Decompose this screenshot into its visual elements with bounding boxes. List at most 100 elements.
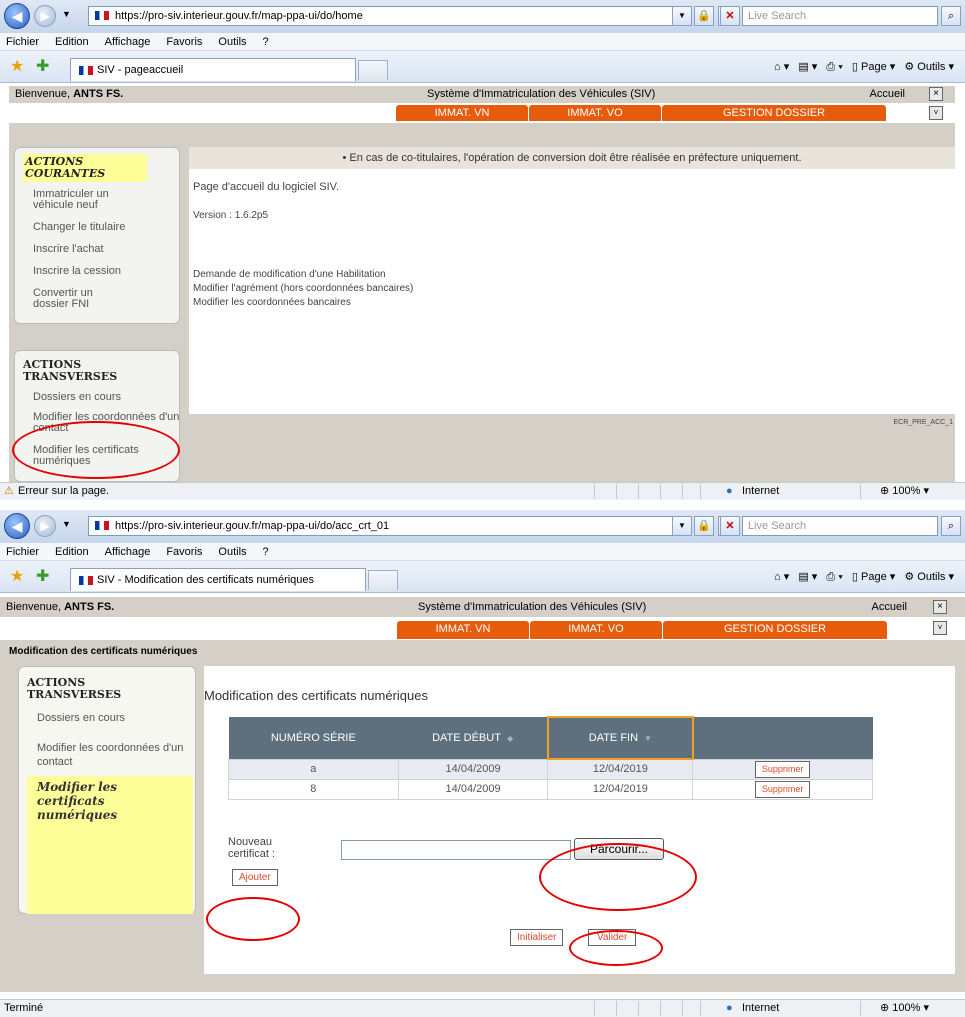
stop-icon[interactable]: ✕ xyxy=(720,6,740,26)
home-link[interactable]: Accueil xyxy=(872,597,907,617)
sidebar-item-inscrire-achat[interactable]: Inscrire l'achat xyxy=(33,244,104,255)
sidebar-actions-transverses: ACTIONS TRANSVERSES Dossiers en cours Mo… xyxy=(18,666,196,914)
menu-favoris[interactable]: Favoris xyxy=(166,36,202,48)
tab-gestion-dossier[interactable]: GESTION DOSSIER xyxy=(663,621,887,639)
menu-fichier[interactable]: Fichier xyxy=(6,546,39,558)
search-icon[interactable]: ⌕ xyxy=(941,6,961,26)
url-text: https://pro-siv.interieur.gouv.fr/map-pp… xyxy=(115,10,363,22)
sidebar-item-convertir-fni[interactable]: Convertir un dossier FNI xyxy=(33,288,113,310)
zoom-level[interactable]: ⊕ 100% ▾ xyxy=(880,483,929,500)
cell-action: Supprimer xyxy=(692,758,873,780)
sidebar-item-certificats[interactable]: Modifier les certificats numériques xyxy=(37,780,187,822)
print-icon[interactable]: ⎙ ▾ xyxy=(826,569,842,585)
url-dropdown-icon[interactable]: ▼ xyxy=(672,6,692,26)
add-button[interactable]: Ajouter xyxy=(232,869,278,886)
page-menu[interactable]: ▯ Page ▾ xyxy=(852,569,895,585)
sidebar-item-inscrire-cession[interactable]: Inscrire la cession xyxy=(33,266,121,277)
forward-button[interactable]: ▶ xyxy=(34,5,56,27)
supprimer-button[interactable]: Supprimer xyxy=(754,760,811,778)
lock-icon[interactable]: 🔒 xyxy=(694,6,714,26)
address-bar: ◀ ▶ ▼ https://pro-siv.interieur.gouv.fr/… xyxy=(0,510,965,543)
tab-immat-vn[interactable]: IMMAT. VN xyxy=(397,621,529,639)
feeds-icon[interactable]: ▤ ▾ xyxy=(798,569,817,585)
home-link[interactable]: Accueil xyxy=(870,86,905,103)
sidebar-item-changer-titulaire[interactable]: Changer le titulaire xyxy=(33,222,125,233)
tab-gestion-dossier[interactable]: GESTION DOSSIER xyxy=(662,105,886,121)
favorites-star-icon[interactable]: ★ xyxy=(10,56,24,76)
sidebar-item-immatriculer[interactable]: Immatriculer un véhicule neuf xyxy=(33,189,143,211)
zone-text: Internet xyxy=(742,485,780,497)
menu-fichier[interactable]: Fichier xyxy=(6,36,39,48)
feeds-icon[interactable]: ▤ ▾ xyxy=(798,59,817,75)
menu-outils[interactable]: Outils xyxy=(218,546,246,558)
menu-edition[interactable]: Edition xyxy=(55,546,89,558)
search-icon[interactable]: ⌕ xyxy=(941,516,961,536)
url-dropdown-icon[interactable]: ▼ xyxy=(672,516,692,536)
sidebar-item-dossiers[interactable]: Dossiers en cours xyxy=(37,713,125,724)
menu-favoris[interactable]: Favoris xyxy=(166,546,202,558)
home-icon[interactable]: ⌂ ▾ xyxy=(774,59,789,75)
print-icon[interactable]: ⎙ ▾ xyxy=(826,59,842,75)
favorites-star-icon[interactable]: ★ xyxy=(10,566,24,586)
section-title-transverses: ACTIONS TRANSVERSES xyxy=(23,358,118,383)
close-icon[interactable]: × xyxy=(933,600,947,614)
page-menu[interactable]: ▯ Page ▾ xyxy=(852,59,895,75)
link-agrement[interactable]: Modifier l'agrément (hors coordonnées ba… xyxy=(193,283,413,294)
col-date-fin[interactable]: DATE FIN ▼ xyxy=(546,716,694,760)
tab-flag-icon xyxy=(79,576,93,585)
file-path-input[interactable] xyxy=(341,840,571,860)
link-habilitation[interactable]: Demande de modification d'une Habilitati… xyxy=(193,269,386,280)
new-cert-label: Nouveau certificat : xyxy=(228,836,276,860)
menu-affichage[interactable]: Affichage xyxy=(105,546,151,558)
globe-icon: ● xyxy=(726,1002,733,1014)
tab-immat-vo[interactable]: IMMAT. VO xyxy=(530,621,662,639)
new-tab-button[interactable] xyxy=(358,60,388,80)
url-input[interactable]: https://pro-siv.interieur.gouv.fr/map-pp… xyxy=(88,516,692,536)
collapse-icon[interactable]: ˅ xyxy=(929,106,943,120)
new-tab-button[interactable] xyxy=(368,570,398,590)
tools-menu[interactable]: ⚙ Outils ▾ xyxy=(904,569,954,585)
sidebar-item-dossiers[interactable]: Dossiers en cours xyxy=(33,392,121,403)
favorites-bar: ★ ✚ SIV - pageaccueil ⌂ ▾ ▤ ▾ ⎙ ▾ ▯ Page… xyxy=(0,51,965,83)
history-dropdown-icon[interactable]: ▼ xyxy=(62,9,71,19)
tab-title: SIV - pageaccueil xyxy=(97,64,184,76)
status-text[interactable]: Erreur sur la page. xyxy=(18,483,109,500)
tab-immat-vn[interactable]: IMMAT. VN xyxy=(396,105,528,121)
back-button[interactable]: ◀ xyxy=(4,3,30,29)
browser-tab[interactable]: SIV - Modification des certificats numér… xyxy=(70,568,366,591)
search-input[interactable]: Live Search xyxy=(742,6,938,26)
col-date-debut[interactable]: DATE DÉBUT ◆ xyxy=(398,717,548,759)
menu-outils[interactable]: Outils xyxy=(218,36,246,48)
lock-icon[interactable]: 🔒 xyxy=(694,516,714,536)
link-coordonnees-bancaires[interactable]: Modifier les coordonnées bancaires xyxy=(193,297,351,308)
col-numero-serie[interactable]: NUMÉRO SÉRIE xyxy=(228,717,399,759)
warning-icon[interactable]: ⚠ xyxy=(4,483,14,500)
highlight-circle-submit xyxy=(569,930,663,966)
add-favorite-icon[interactable]: ✚ xyxy=(36,56,49,76)
supprimer-button[interactable]: Supprimer xyxy=(754,780,811,798)
menu-help[interactable]: ? xyxy=(263,546,269,558)
tools-menu[interactable]: ⚙ Outils ▾ xyxy=(904,59,954,75)
history-dropdown-icon[interactable]: ▼ xyxy=(62,519,71,529)
close-icon[interactable]: × xyxy=(929,87,943,101)
forward-button[interactable]: ▶ xyxy=(34,515,56,537)
menu-help[interactable]: ? xyxy=(263,36,269,48)
menu-bar: Fichier Edition Affichage Favoris Outils? xyxy=(0,33,965,51)
add-favorite-icon[interactable]: ✚ xyxy=(36,566,49,586)
status-text: Terminé xyxy=(4,1002,44,1014)
menu-affichage[interactable]: Affichage xyxy=(105,36,151,48)
stop-icon[interactable]: ✕ xyxy=(720,516,740,536)
menu-edition[interactable]: Edition xyxy=(55,36,89,48)
zoom-level[interactable]: ⊕ 100% ▾ xyxy=(880,1000,929,1017)
tab-immat-vo[interactable]: IMMAT. VO xyxy=(529,105,661,121)
browser-tab[interactable]: SIV - pageaccueil xyxy=(70,58,356,81)
reset-button[interactable]: Initialiser xyxy=(510,929,564,946)
url-input[interactable]: https://pro-siv.interieur.gouv.fr/map-pp… xyxy=(88,6,692,26)
app-title: Système d'Immatriculation des Véhicules … xyxy=(427,88,656,100)
sidebar-item-coordonnees[interactable]: Modifier les coordonnées d'un contact xyxy=(37,741,187,769)
home-icon[interactable]: ⌂ ▾ xyxy=(774,569,789,585)
back-button[interactable]: ◀ xyxy=(4,513,30,539)
search-input[interactable]: Live Search xyxy=(742,516,938,536)
collapse-icon[interactable]: ˅ xyxy=(933,621,947,635)
tab-flag-icon xyxy=(79,66,93,75)
